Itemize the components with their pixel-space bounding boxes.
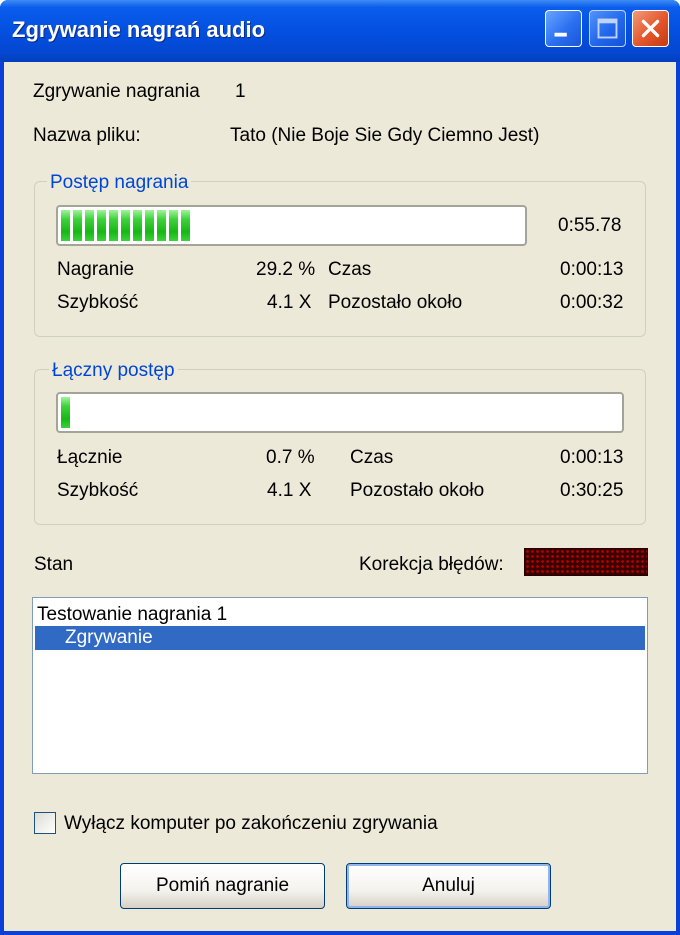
cancel-button[interactable]: Anuluj bbox=[346, 863, 551, 909]
progress-chunk bbox=[85, 210, 94, 241]
minimize-button[interactable] bbox=[545, 10, 582, 47]
maximize-button[interactable] bbox=[589, 10, 626, 47]
maximize-icon bbox=[597, 18, 618, 39]
close-button[interactable] bbox=[632, 10, 669, 47]
track-label: Zgrywanie nagrania bbox=[33, 81, 200, 102]
close-icon bbox=[641, 19, 660, 38]
progress-chunk bbox=[157, 210, 166, 241]
filename-value: Tato (Nie Boje Sie Gdy Ciemno Jest) bbox=[230, 125, 540, 146]
track-speed-label: Szybkość bbox=[57, 292, 139, 313]
minimize-icon bbox=[554, 32, 567, 37]
progress-chunk bbox=[73, 210, 82, 241]
total-time-value: 0:00:13 bbox=[560, 447, 624, 468]
total-remaining-label: Pozostało około bbox=[350, 480, 485, 501]
progress-chunk bbox=[169, 210, 178, 241]
track-progress-value: 29.2 % bbox=[256, 259, 316, 280]
track-number: 1 bbox=[235, 81, 246, 102]
track-progress-fill bbox=[61, 210, 193, 241]
progress-chunk bbox=[97, 210, 106, 241]
total-speed-label: Szybkość bbox=[57, 480, 139, 501]
progress-chunk bbox=[145, 210, 154, 241]
total-remaining-value: 0:30:25 bbox=[560, 480, 624, 501]
status-log-list[interactable]: Testowanie nagrania 1 Zgrywanie bbox=[32, 597, 648, 774]
total-speed-value: 4.1 X bbox=[267, 480, 312, 501]
dialog-window: Zgrywanie nagrań audio Zgrywanie nagrani… bbox=[0, 0, 680, 935]
list-item-selected[interactable]: Zgrywanie bbox=[35, 626, 645, 650]
total-progress-fill bbox=[61, 397, 73, 428]
list-item[interactable]: Testowanie nagrania 1 bbox=[37, 603, 227, 627]
shutdown-checkbox[interactable] bbox=[34, 812, 56, 834]
title-bar[interactable]: Zgrywanie nagrań audio bbox=[0, 0, 680, 62]
skip-track-button[interactable]: Pomiń nagranie bbox=[120, 863, 325, 909]
track-remaining-value: 0:00:32 bbox=[560, 292, 624, 313]
progress-chunk bbox=[133, 210, 142, 241]
track-time-value: 0:00:13 bbox=[560, 259, 624, 280]
track-progress-label: Nagranie bbox=[57, 259, 135, 280]
progress-chunk bbox=[181, 210, 190, 241]
track-time-label: Czas bbox=[328, 259, 372, 280]
error-correction-indicator bbox=[524, 548, 648, 576]
shutdown-checkbox-label[interactable]: Wyłącz komputer po zakończeniu zgrywania bbox=[64, 813, 438, 835]
track-speed-value: 4.1 X bbox=[267, 292, 312, 313]
track-duration: 0:55.78 bbox=[558, 215, 622, 236]
total-time-label: Czas bbox=[350, 447, 394, 468]
total-progress-title: Łączny postęp bbox=[49, 360, 178, 382]
dialog-body: Zgrywanie nagrania 1 Nazwa pliku: Tato (… bbox=[4, 62, 676, 931]
progress-chunk bbox=[121, 210, 130, 241]
window-title: Zgrywanie nagrań audio bbox=[12, 17, 266, 42]
total-progress-value: 0.7 % bbox=[266, 447, 315, 468]
error-correction-label: Korekcja błędów: bbox=[359, 554, 504, 575]
total-progress-bar bbox=[56, 392, 624, 433]
progress-chunk bbox=[109, 210, 118, 241]
track-progress-bar bbox=[56, 205, 527, 246]
status-label: Stan bbox=[34, 554, 74, 575]
total-progress-label: Łącznie bbox=[57, 447, 123, 468]
progress-chunk bbox=[61, 210, 70, 241]
track-remaining-label: Pozostało około bbox=[328, 292, 463, 313]
track-progress-title: Postęp nagrania bbox=[47, 172, 192, 194]
filename-label: Nazwa pliku: bbox=[33, 125, 141, 146]
progress-chunk bbox=[61, 397, 70, 428]
